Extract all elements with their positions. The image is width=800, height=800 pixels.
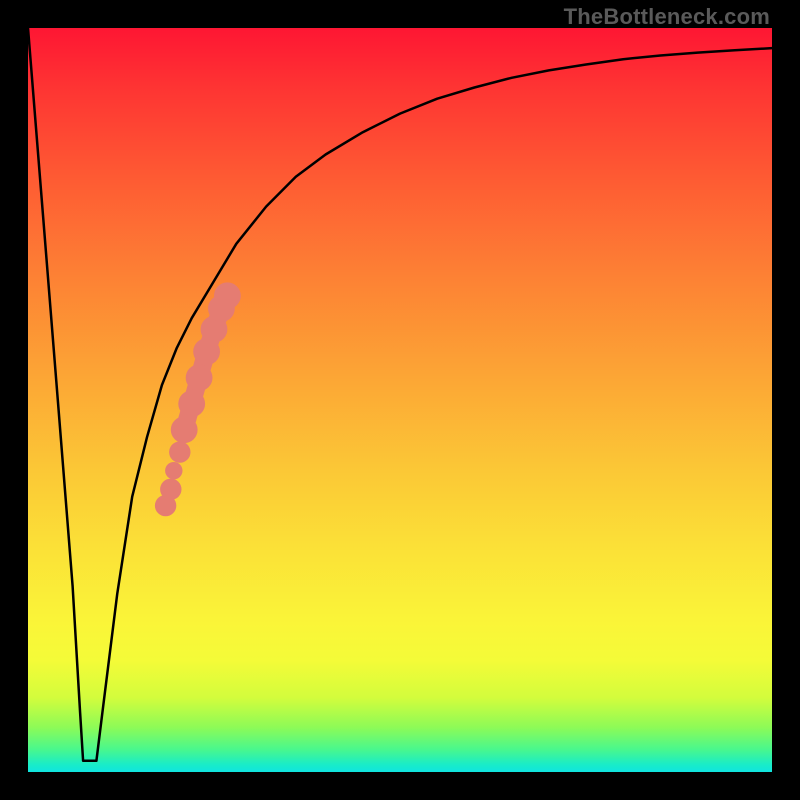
plot-area [28, 28, 772, 772]
highlight-marker [169, 441, 190, 462]
highlight-marker [160, 479, 181, 500]
highlight-marker [165, 462, 182, 479]
highlight-marker [171, 416, 198, 443]
highlight-marker [178, 390, 205, 417]
chart-frame: TheBottleneck.com [0, 0, 800, 800]
highlight-marker [214, 282, 241, 309]
bottleneck-curve [28, 28, 772, 761]
curve-layer [28, 28, 772, 772]
attribution-label: TheBottleneck.com [564, 4, 770, 30]
highlight-marker [186, 364, 213, 391]
